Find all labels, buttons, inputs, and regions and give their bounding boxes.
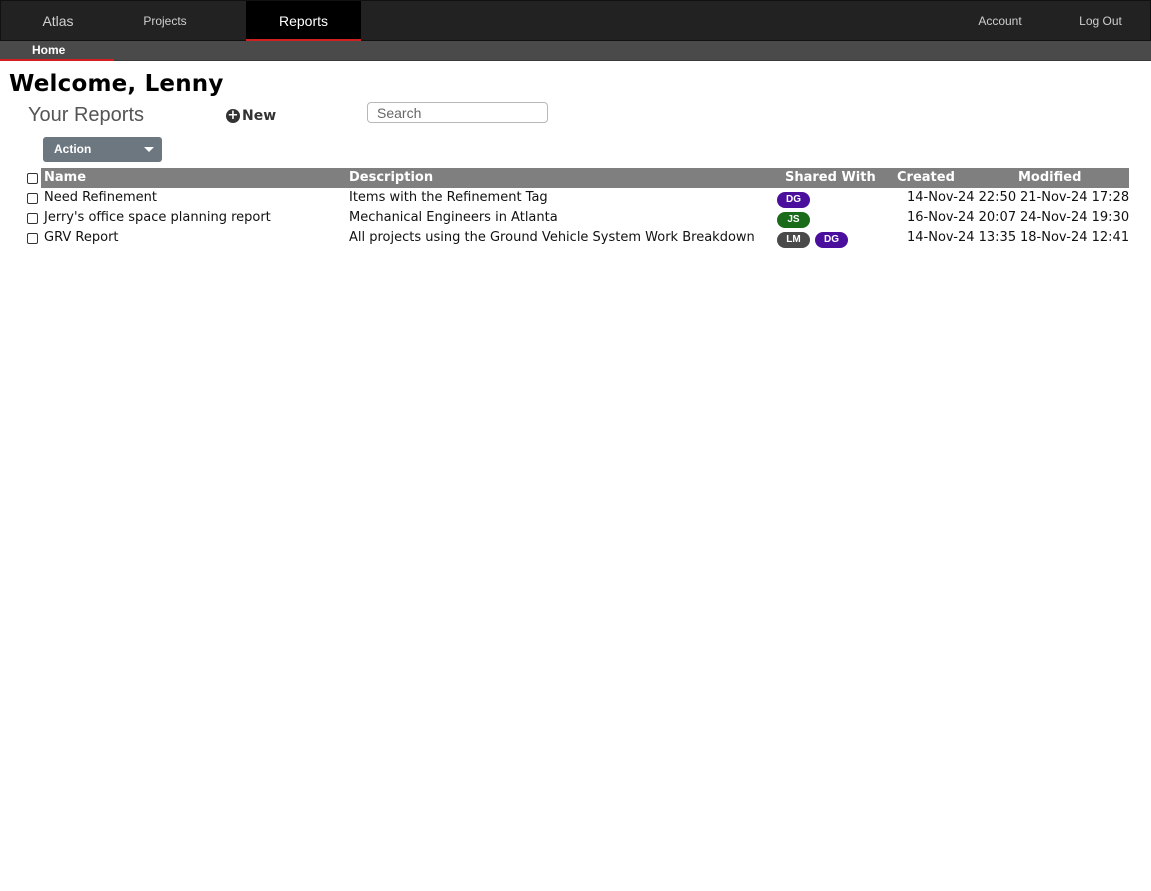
shared-user-badge[interactable]: LM [777, 232, 810, 248]
select-all-checkbox[interactable] [27, 173, 38, 184]
column-header-modified[interactable]: Modified [1018, 170, 1081, 185]
new-report-label: New [242, 108, 277, 124]
sub-navigation-bar: Home [0, 41, 1151, 61]
report-description: Items with the Refinement Tag [349, 190, 548, 205]
shared-user-badge[interactable]: JS [777, 212, 810, 228]
row-checkbox[interactable] [27, 233, 38, 244]
report-name[interactable]: Need Refinement [44, 190, 157, 205]
subnav-home-tab[interactable]: Home [0, 41, 114, 61]
section-title: Your Reports [28, 104, 144, 126]
nav-tab-projects[interactable]: Projects [121, 1, 209, 41]
column-header-created[interactable]: Created [897, 170, 955, 185]
report-name[interactable]: Jerry's office space planning report [44, 210, 271, 225]
column-header-description[interactable]: Description [349, 170, 433, 185]
report-description: All projects using the Ground Vehicle Sy… [349, 230, 755, 245]
modified-date: 21-Nov-24 17:28 [1020, 190, 1130, 205]
welcome-heading: Welcome, Lenny [9, 71, 224, 97]
table-row[interactable]: Need Refinement Items with the Refinemen… [24, 188, 1129, 208]
new-report-button[interactable]: + New [226, 107, 276, 125]
row-checkbox[interactable] [27, 193, 38, 204]
shared-user-badge[interactable]: DG [815, 232, 848, 248]
created-date: 14-Nov-24 22:50 [907, 190, 1017, 205]
action-dropdown-button[interactable]: Action [43, 137, 162, 162]
created-date: 16-Nov-24 20:07 [907, 210, 1017, 225]
report-description: Mechanical Engineers in Atlanta [349, 210, 558, 225]
nav-tab-reports[interactable]: Reports [246, 1, 361, 41]
column-header-name[interactable]: Name [44, 170, 86, 185]
modified-date: 24-Nov-24 19:30 [1020, 210, 1130, 225]
table-row[interactable]: GRV Report All projects using the Ground… [24, 228, 1129, 248]
report-name[interactable]: GRV Report [44, 230, 119, 245]
nav-logout-link[interactable]: Log Out [1063, 1, 1138, 41]
table-header-background [41, 168, 1129, 188]
nav-brand-atlas[interactable]: Atlas [14, 1, 102, 41]
top-navigation-bar: Atlas Projects Reports Account Log Out [0, 0, 1151, 41]
table-row[interactable]: Jerry's office space planning report Mec… [24, 208, 1129, 228]
action-dropdown-label: Action [54, 142, 92, 156]
created-date: 14-Nov-24 13:35 [907, 230, 1017, 245]
row-checkbox[interactable] [27, 213, 38, 224]
nav-account-link[interactable]: Account [961, 1, 1039, 41]
search-input[interactable] [367, 102, 548, 123]
plus-circle-icon: + [226, 108, 240, 123]
column-header-shared-with[interactable]: Shared With [785, 170, 876, 185]
modified-date: 18-Nov-24 12:41 [1020, 230, 1130, 245]
shared-user-badge[interactable]: DG [777, 192, 810, 208]
caret-down-icon [144, 147, 154, 152]
table-header: Name Description Shared With Created Mod… [24, 168, 1129, 188]
